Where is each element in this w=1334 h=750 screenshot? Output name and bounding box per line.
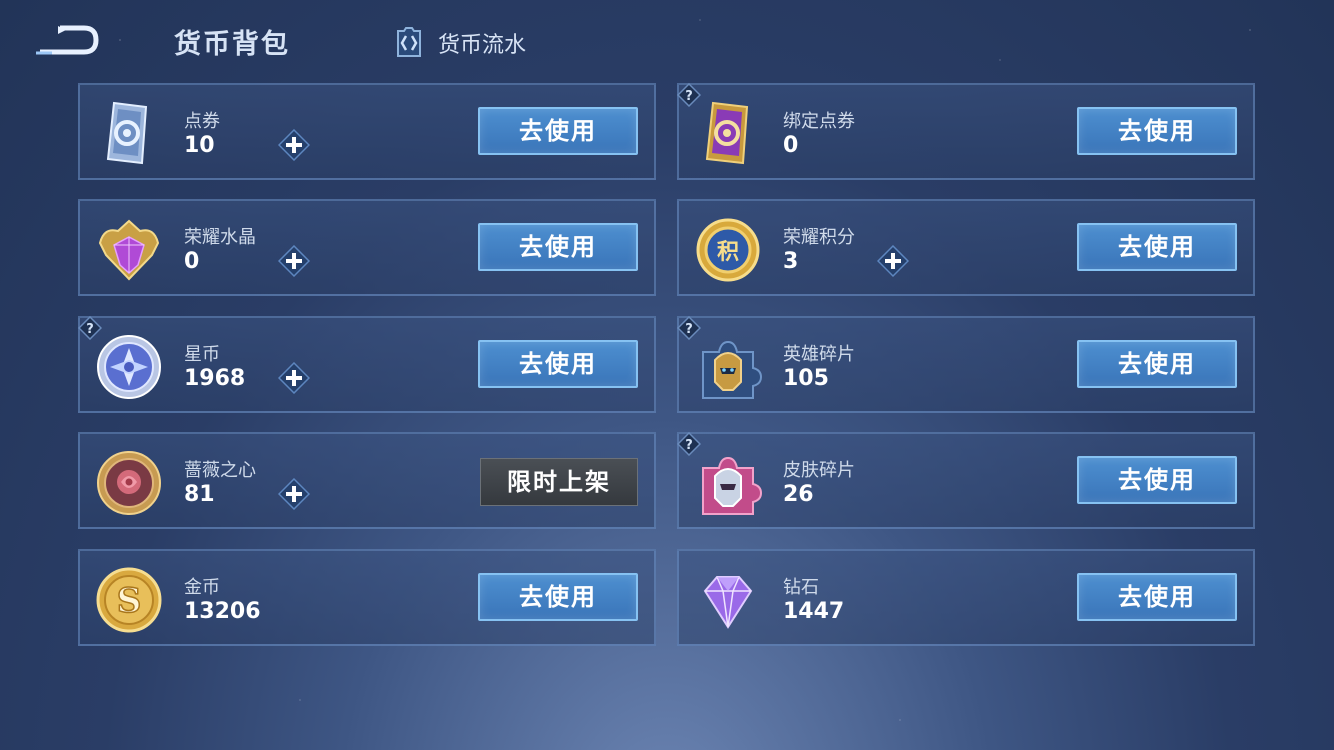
currency-value: 1447 [783,599,845,624]
back-arrow-icon [36,25,99,55]
currency-name: 荣耀积分 [783,227,855,248]
currency-card-honor-points: 积 荣耀积分 3 去使用 [677,199,1255,296]
use-button[interactable]: 去使用 [1077,223,1237,271]
svg-text:?: ? [685,89,693,104]
currency-card-rose-heart: 蔷薇之心 81 限时上架 [78,432,656,529]
use-button[interactable]: 去使用 [478,107,638,155]
svg-text:?: ? [685,438,693,453]
ticket-icon [106,101,148,165]
currency-card-gold-coin: S 金币 13206 去使用 [78,549,656,646]
currency-value: 10 [184,133,215,158]
currency-value: 26 [783,482,814,507]
svg-text:S: S [117,581,142,621]
use-button[interactable]: 去使用 [1077,107,1237,155]
currency-card-bound-ticket: ? 绑定点券 0 去使用 [677,83,1255,180]
currency-name: 星币 [184,344,220,365]
use-button[interactable]: 去使用 [1077,340,1237,388]
use-button[interactable]: 去使用 [1077,573,1237,621]
currency-name: 钻石 [783,577,819,598]
currency-card-crystal: 荣耀水晶 0 去使用 [78,199,656,296]
svg-text:?: ? [86,322,94,337]
currency-name: 点券 [184,111,220,132]
currency-value: 13206 [184,599,261,624]
plus-icon[interactable] [278,245,310,277]
ledger-label: 货币流水 [438,33,527,58]
currency-name: 绑定点券 [783,111,855,132]
plus-icon[interactable] [278,129,310,161]
bound-ticket-icon [705,101,749,165]
currency-card-skin-fragment: ? 皮肤碎片 26 去使用 [677,432,1255,529]
back-button[interactable] [32,24,102,58]
gold-coin-icon: S [96,567,162,633]
skin-fragment-icon [702,456,763,515]
currency-card-diamond: 钻石 1447 去使用 [677,549,1255,646]
currency-name: 荣耀水晶 [184,227,256,248]
currency-value: 81 [184,482,215,507]
plus-icon[interactable] [278,362,310,394]
use-button[interactable]: 去使用 [478,340,638,388]
hero-fragment-icon [702,340,763,399]
currency-value: 3 [783,249,799,274]
currency-value: 0 [783,133,799,158]
use-button[interactable]: 去使用 [1077,456,1237,504]
currency-card-ticket: 点券 10 去使用 [78,83,656,180]
plus-icon[interactable] [278,478,310,510]
currency-name: 金币 [184,577,220,598]
currency-name: 皮肤碎片 [783,460,855,481]
crystal-icon [98,219,160,281]
page-title: 货币背包 [174,29,290,60]
plus-icon[interactable] [877,245,909,277]
use-button[interactable]: 去使用 [478,573,638,621]
svg-text:积: 积 [717,240,739,265]
currency-name: 蔷薇之心 [184,460,256,481]
svg-text:?: ? [685,322,693,337]
ledger-icon [397,27,421,57]
currency-value: 1968 [184,366,246,391]
star-coin-icon [97,335,161,399]
limited-time-button: 限时上架 [480,458,638,506]
currency-ledger-link[interactable]: 货币流水 [392,26,526,60]
diamond-icon [703,576,753,629]
currency-value: 0 [184,249,200,274]
honor-points-icon: 积 [696,218,760,282]
currency-card-hero-fragment: ? 英雄碎片 105 去使用 [677,316,1255,413]
rose-heart-icon [97,451,161,515]
currency-value: 105 [783,366,829,391]
currency-card-star-coin: ? 星币 1968 去使用 [78,316,656,413]
currency-name: 英雄碎片 [783,344,855,365]
use-button[interactable]: 去使用 [478,223,638,271]
